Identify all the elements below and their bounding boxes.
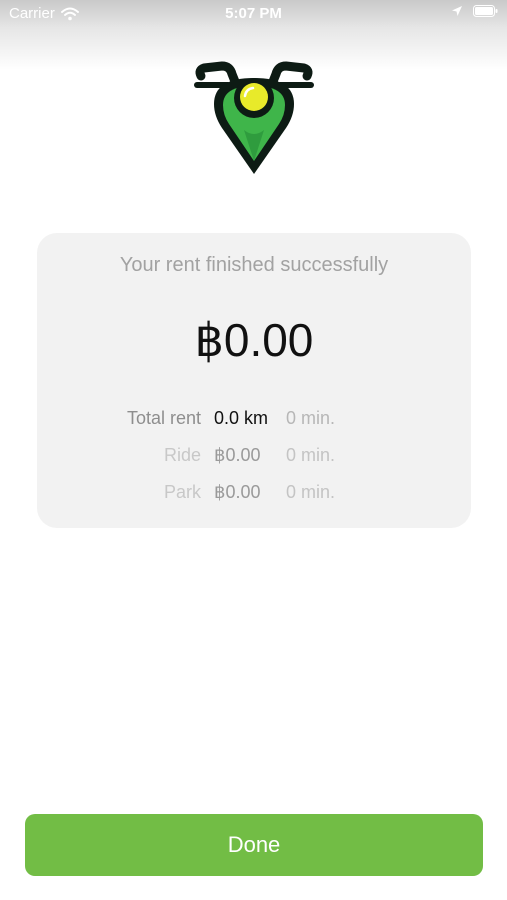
status-bar: Carrier 5:07 PM [0,0,507,28]
total-rent-distance: 0.0 km [214,408,269,428]
status-right-icons [451,5,498,17]
summary-row-park: Park ฿0.00 0 min. [37,482,471,506]
summary-row-ride: Ride ฿0.00 0 min. [37,445,471,469]
total-amount: ฿0.00 [194,314,314,366]
total-rent-duration: 0 min. [286,408,336,428]
clock: 5:07 PM [225,5,282,22]
ride-duration: 0 min. [286,445,336,465]
done-button[interactable]: Done [25,814,483,876]
summary-row-total-rent: Total rent 0.0 km 0 min. [37,408,471,432]
park-cost: ฿0.00 [214,482,261,502]
ride-cost: ฿0.00 [214,445,261,465]
ride-label: Ride [163,445,201,465]
park-label: Park [163,482,201,502]
rent-summary-card: Your rent finished successfully ฿0.00 To… [37,233,471,528]
battery-icon [473,5,498,17]
rent-finished-title: Your rent finished successfully [119,254,389,276]
total-rent-label: Total rent [126,408,201,428]
park-duration: 0 min. [286,482,336,502]
scooter-location-pin-logo [194,61,314,174]
location-arrow-icon [452,6,462,16]
